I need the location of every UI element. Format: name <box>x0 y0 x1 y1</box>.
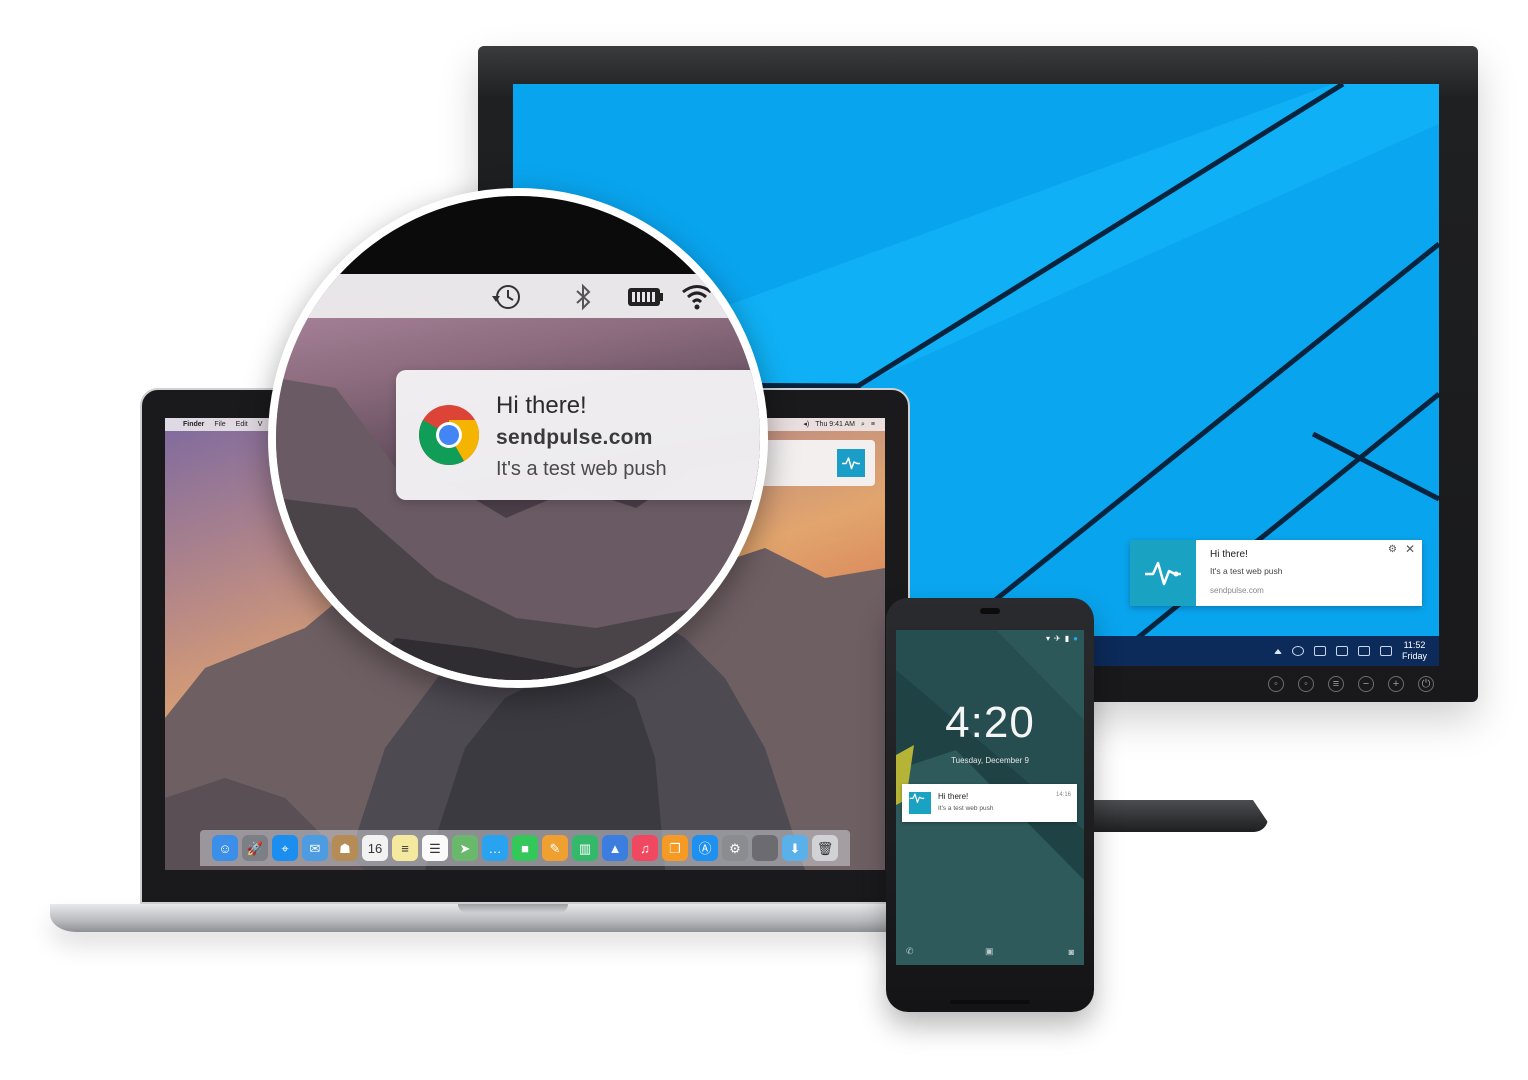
dock-trash-icon[interactable]: 🗑 <box>812 835 838 861</box>
pulse-line-icon <box>909 793 925 803</box>
dock-contacts-icon[interactable]: ☗ <box>332 835 358 861</box>
camera-icon[interactable]: ◙ <box>1069 947 1074 957</box>
lock-icon[interactable]: ▣ <box>985 946 994 957</box>
dock-messages-icon[interactable]: … <box>482 835 508 861</box>
toast-source: sendpulse.com <box>1210 586 1264 595</box>
spotlight-search-icon[interactable]: ⌕ <box>861 418 865 431</box>
input-button-icon[interactable]: ◦ <box>1268 676 1284 692</box>
chrome-push-notification[interactable]: Hi there! sendpulse.com It's a test web … <box>396 370 760 500</box>
show-hidden-icons-icon[interactable] <box>1273 648 1282 654</box>
toast-title: Hi there! <box>1210 549 1248 560</box>
dock-facetime-icon[interactable]: ■ <box>512 835 538 861</box>
battery-icon: ▮ <box>1064 633 1070 643</box>
phone-speaker <box>980 608 1000 614</box>
laptop-notch <box>458 904 568 913</box>
android-status-bar: ▾ ✈ ▮ ● <box>896 630 1084 646</box>
dock-maps-icon[interactable]: ➤ <box>452 835 478 861</box>
monitor-hardware-buttons: ◦ ◦ ≡ − + ⏻ <box>1268 676 1434 692</box>
battery-icon[interactable] <box>626 282 666 312</box>
dock-mail-icon[interactable]: ✉ <box>302 835 328 861</box>
network-icon[interactable] <box>1335 646 1348 656</box>
dock-ibooks-icon[interactable]: ❐ <box>662 835 688 861</box>
phone-speaker <box>950 1000 1030 1004</box>
pulse-line-icon <box>842 457 860 470</box>
clock-day: Friday <box>1401 651 1427 661</box>
dock-blank-app-icon[interactable] <box>752 835 778 861</box>
close-icon[interactable]: ✕ <box>1405 542 1415 556</box>
dock-notes-icon[interactable]: ≡ <box>392 835 418 861</box>
lockscreen-clock: 4:20 <box>945 698 1035 747</box>
clock-time: 11:52 <box>1403 640 1426 650</box>
menubar-app-name[interactable]: Finder <box>183 418 204 431</box>
user-avatar-icon[interactable]: ● <box>1073 634 1078 643</box>
menubar-item[interactable]: V <box>258 418 263 431</box>
system-tray: 11:52 Friday <box>1273 636 1427 666</box>
chrome-logo-icon <box>418 405 479 466</box>
lockscreen-shortcuts: ✆ ▣ ◙ <box>896 943 1084 957</box>
plus-button-icon[interactable]: + <box>1388 676 1404 692</box>
lockscreen-date: Tuesday, December 9 <box>951 756 1029 765</box>
sendpulse-logo <box>1130 540 1196 606</box>
mac-dock: ☺ 🚀 ⌖ ✉ ☗ 16 ≡ ☰ ➤… ■ ✎ ▥ ▲ ♫ ❐ Ⓐ ⚙ ⬇ 🗑 <box>200 830 850 866</box>
android-notification[interactable]: Hi there! It's a test web push 14:16 <box>902 784 1077 822</box>
settings-gear-icon[interactable]: ⚙ <box>1388 544 1397 555</box>
minus-button-icon[interactable]: − <box>1358 676 1374 692</box>
action-center-icon[interactable] <box>1379 646 1392 656</box>
monitor-stand <box>1080 800 1268 832</box>
notification-site: sendpulse.com <box>496 426 653 449</box>
notification-message: It's a test web push <box>938 805 994 812</box>
screen-bezel <box>276 196 760 274</box>
power-button-icon[interactable]: ⏻ <box>1418 676 1434 692</box>
volume-icon[interactable]: ◂) <box>803 418 809 431</box>
tray-app-icon[interactable] <box>1313 646 1326 656</box>
dock-safari-icon[interactable]: ⌖ <box>272 835 298 861</box>
windows-toast-notification[interactable]: Hi there! It's a test web push sendpulse… <box>1130 540 1422 606</box>
notification-time: 14:16 <box>1055 792 1071 798</box>
dock-numbers-icon[interactable]: ▥ <box>572 835 598 861</box>
notification-title: Hi there! <box>496 392 587 419</box>
sendpulse-logo <box>837 449 865 477</box>
tray-app-icon[interactable] <box>1291 646 1304 656</box>
dock-reminders-icon[interactable]: ☰ <box>422 835 448 861</box>
dock-system-preferences-icon[interactable]: ⚙ <box>722 835 748 861</box>
notification-message: It's a test web push <box>496 458 667 480</box>
android-lockscreen: ▾ ✈ ▮ ● 4:20 Tuesday, December 9 Hi ther… <box>896 630 1084 965</box>
sendpulse-logo <box>909 792 931 814</box>
zoom-magnifier: Hi there! sendpulse.com It's a test web … <box>268 188 768 688</box>
notification-title: Hi there! <box>938 792 969 801</box>
dock-pages-icon[interactable]: ✎ <box>542 835 568 861</box>
dock-downloads-folder-icon[interactable]: ⬇ <box>782 835 808 861</box>
clock-history-icon[interactable] <box>490 282 524 312</box>
notification-center-icon[interactable]: ≡ <box>871 418 875 431</box>
dock-keynote-icon[interactable]: ▲ <box>602 835 628 861</box>
menubar-clock[interactable]: Thu 9:41 AM <box>815 418 855 431</box>
wifi-icon[interactable] <box>680 282 714 312</box>
toast-message: It's a test web push <box>1210 566 1283 576</box>
menu-button-icon[interactable]: ≡ <box>1328 676 1344 692</box>
volume-icon[interactable] <box>1357 646 1370 656</box>
bluetooth-icon[interactable] <box>566 282 600 312</box>
pulse-line-icon <box>1145 561 1181 586</box>
taskbar-clock[interactable]: 11:52 Friday <box>1402 640 1427 662</box>
wifi-icon: ▾ <box>1046 633 1051 643</box>
dock-app-store-icon[interactable]: Ⓐ <box>692 835 718 861</box>
dock-calendar-icon[interactable]: 16 <box>362 835 388 861</box>
dock-itunes-icon[interactable]: ♫ <box>632 835 658 861</box>
auto-button-icon[interactable]: ◦ <box>1298 676 1314 692</box>
menubar-item[interactable]: Edit <box>236 418 248 431</box>
dock-finder-icon[interactable]: ☺ <box>212 835 238 861</box>
zoomed-menubar <box>276 274 760 318</box>
menubar-item[interactable]: File <box>214 418 225 431</box>
dock-launchpad-icon[interactable]: 🚀 <box>242 835 268 861</box>
airplane-icon: ✈ <box>1054 633 1061 643</box>
phone-call-icon[interactable]: ✆ <box>906 946 914 957</box>
